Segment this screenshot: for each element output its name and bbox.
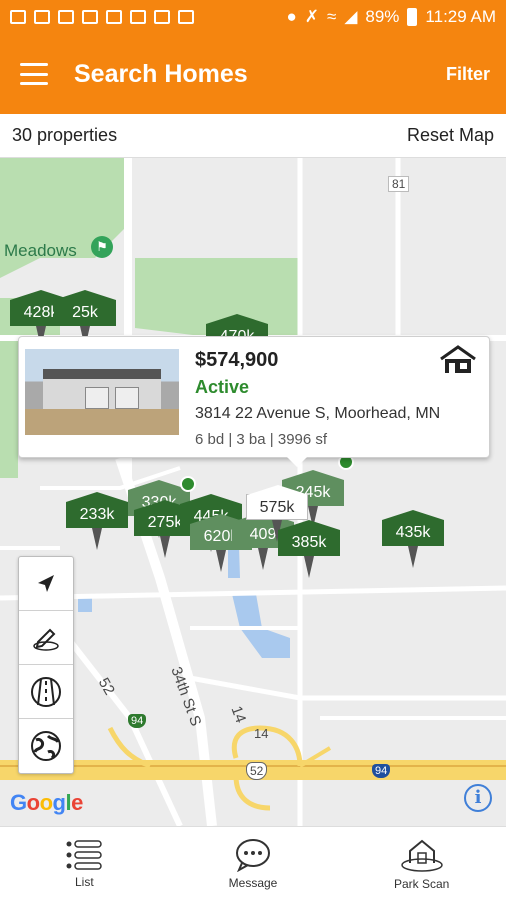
notification-icon [10, 10, 26, 24]
wifi-icon: ≈ [326, 7, 337, 26]
google-logo: Google [10, 790, 83, 815]
image-icon [82, 10, 98, 24]
globe-satellite-icon[interactable] [19, 719, 73, 773]
pin-price: 575k [246, 485, 309, 520]
notification-icons [10, 10, 194, 24]
reset-map-button[interactable]: Reset Map [407, 125, 494, 146]
park-scan-icon [400, 839, 443, 872]
notification-icon [58, 10, 74, 24]
bottom-navigation: List Message Park Scan [0, 826, 506, 900]
listing-status: Active [195, 377, 250, 397]
system-status: ● ✗ ≈ ◢ 89% 11:29 AM [286, 7, 496, 27]
results-bar: 30 properties Reset Map [0, 114, 506, 158]
water-body [78, 598, 92, 612]
page-title: Search Homes [74, 59, 248, 88]
property-count: 30 properties [12, 125, 118, 145]
pin-price: 385k [278, 520, 340, 556]
nav-park-scan[interactable]: Park Scan [337, 827, 506, 900]
home-icon [154, 10, 170, 24]
app-screen: ● ✗ ≈ ◢ 89% 11:29 AM Search Homes Filter… [0, 0, 506, 900]
list-icon [66, 839, 103, 870]
navigation-arrow-icon[interactable] [19, 557, 73, 611]
dropbox-icon [106, 10, 122, 24]
golf-course-icon: ⚑ [91, 236, 113, 258]
notification-icon [178, 10, 194, 24]
nav-message[interactable]: Message [169, 827, 338, 900]
listing-pin[interactable]: 435k [382, 510, 444, 570]
filter-button[interactable]: Filter [446, 64, 490, 85]
house-type-icon [440, 345, 476, 373]
notification-icon [34, 10, 50, 24]
mute-icon: ✗ [304, 7, 319, 26]
battery-percent: 89% [365, 7, 400, 26]
open-house-icon[interactable] [180, 476, 196, 492]
listing-specs: 6 bd | 3 ba | 3996 sf [195, 431, 328, 448]
route-81-shield: 81 [388, 176, 410, 192]
listing-photo [25, 349, 179, 435]
hamburger-menu-icon[interactable] [20, 63, 48, 85]
park-area [0, 408, 18, 478]
pin-price: 435k [382, 510, 444, 546]
app-bar: Search Homes Filter [0, 34, 506, 114]
roads-layer-icon[interactable] [19, 665, 73, 719]
clock: 11:29 AM [425, 7, 496, 26]
listing-price: $574,900 [195, 349, 279, 371]
info-icon[interactable]: i [464, 784, 492, 812]
signal-icon: ◢ [344, 7, 358, 26]
road-14-label-2: 14 [254, 726, 269, 741]
location-icon: ● [286, 7, 297, 26]
listing-preview-card[interactable]: $574,900 Active 3814 22 Avenue S, Moorhe… [18, 336, 490, 467]
meadows-label: Meadows [4, 241, 77, 260]
map-view[interactable]: Meadows ⚑ 81 52 34th St S 14 14 94 52 94… [0, 158, 506, 826]
message-icon [236, 838, 270, 872]
nav-list[interactable]: List [0, 827, 169, 900]
listing-pin[interactable]: 385k [278, 520, 340, 580]
pin-price: 25k [54, 290, 116, 326]
nav-list-label: List [74, 874, 94, 889]
map-tools-panel [18, 556, 74, 774]
nav-park-scan-label: Park Scan [394, 876, 450, 891]
status-bar: ● ✗ ≈ ◢ 89% 11:29 AM [0, 0, 506, 34]
weather-icon [130, 10, 146, 24]
nav-message-label: Message [228, 875, 278, 890]
battery-icon [407, 8, 418, 26]
pin-price: 233k [66, 492, 128, 528]
draw-pencil-icon[interactable] [19, 611, 73, 665]
listing-pin[interactable]: 233k [66, 492, 128, 552]
listing-address: 3814 22 Avenue S, Moorhead, MN [195, 405, 441, 422]
